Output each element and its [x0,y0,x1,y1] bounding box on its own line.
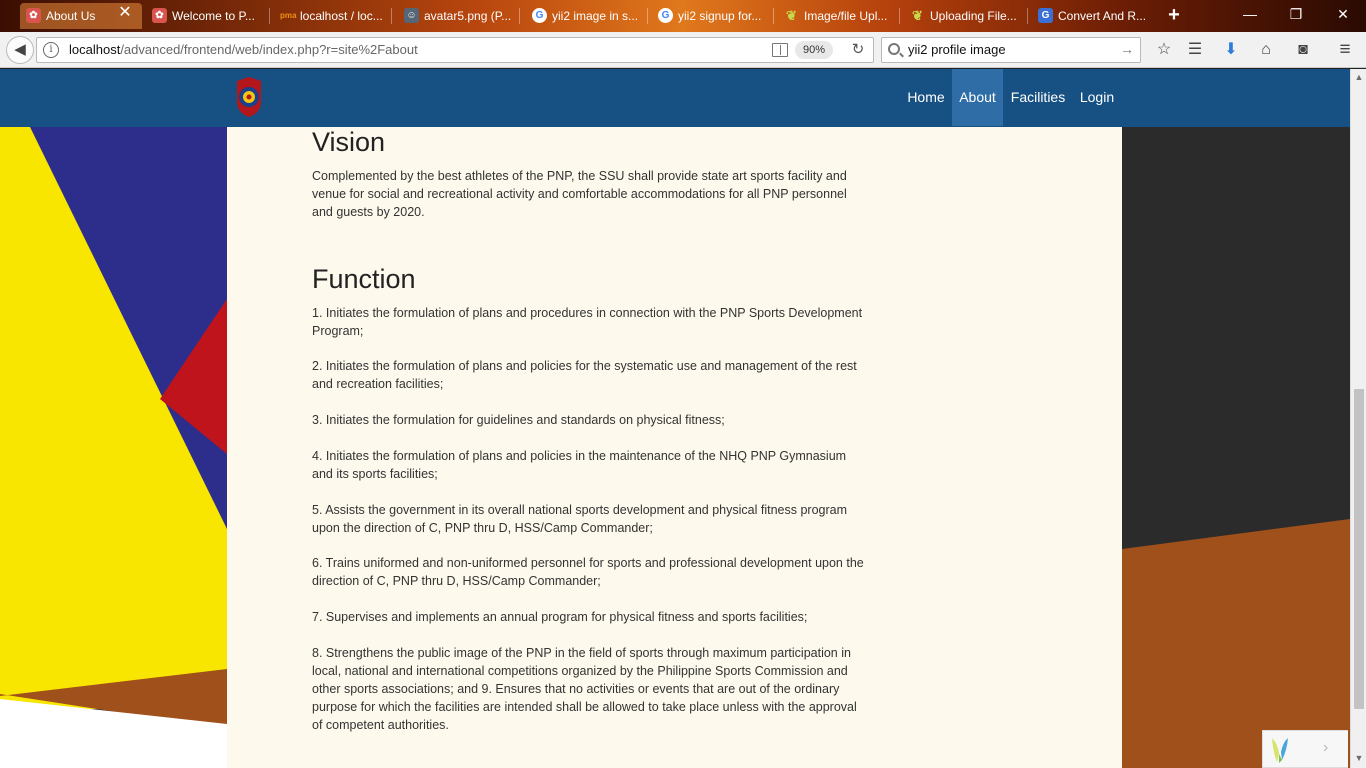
tab-title: Uploading File... [930,9,1017,23]
about-content-panel: Vision Complemented by the best athletes… [227,127,1122,768]
tab-phpmyadmin[interactable]: pma localhost / loc... [274,3,392,29]
tab-yii2-signup[interactable]: G yii2 signup for... [652,3,774,29]
yii-favicon-icon: ✿ [152,8,167,23]
tab-image-upload[interactable]: ❦ Image/file Upl... [778,3,900,29]
yii-debug-toolbar[interactable]: › [1262,730,1348,768]
site-navbar: Home About Facilities Login [0,69,1350,127]
window-close-icon[interactable]: ✕ [1331,4,1355,24]
search-go-arrow-icon[interactable]: → [1120,41,1134,57]
new-tab-plus-icon[interactable]: + [1164,4,1184,26]
function-item: 8. Strengthens the public image of the P… [312,646,857,732]
tab-title: avatar5.png (P... [424,9,512,23]
url-text[interactable]: localhost/advanced/frontend/web/index.ph… [69,42,418,57]
debug-expand-arrow-icon[interactable]: › [1323,739,1328,757]
search-bar[interactable]: yii2 profile image → [881,37,1141,63]
function-item: 1. Initiates the formulation of plans an… [312,306,863,338]
browser-tab-strip: ✿ About Us ✕ ✿ Welcome to P... pma local… [0,0,1366,32]
tab-welcome[interactable]: ✿ Welcome to P... [146,3,270,29]
web-page-viewport: Home About Facilities Login Vision Compl… [0,69,1350,768]
browser-toolbar: ◀ i localhost/advanced/frontend/web/inde… [0,32,1366,68]
tab-title: About Us [46,9,96,23]
function-item: 6. Trains uniformed and non-uniformed pe… [312,556,864,588]
back-arrow-icon[interactable]: ◀ [6,36,34,64]
nav-about-link[interactable]: About [952,69,1003,126]
scroll-down-arrow-icon[interactable]: ▼ [1354,753,1364,763]
google-icon: G [532,8,547,23]
bookmark-star-icon[interactable]: ☆ [1151,38,1177,62]
function-item: 4. Initiates the formulation of plans an… [312,449,847,481]
pnp-logo-icon [237,77,261,117]
phpmyadmin-icon: pma [280,11,297,20]
close-tab-icon[interactable]: ✕ [117,5,133,21]
home-icon[interactable]: ⌂ [1253,38,1279,62]
hamburger-menu-icon[interactable]: ≡ [1332,38,1358,62]
function-heading: Function [312,264,416,294]
tab-uploading-file[interactable]: ❦ Uploading File... [904,3,1028,29]
restore-icon[interactable]: ❐ [1284,4,1308,24]
nav-login-link[interactable]: Login [1074,69,1120,126]
download-arrow-icon[interactable]: ⬇ [1218,38,1244,62]
zoom-level-badge[interactable]: 90% [795,41,833,59]
yii-framework-icon: ❦ [786,8,797,23]
search-input[interactable]: yii2 profile image [908,42,1006,57]
nav-facilities-link[interactable]: Facilities [1004,69,1072,126]
yii-favicon-icon: ✿ [26,8,41,23]
minimize-icon[interactable]: — [1238,4,1262,24]
function-item: 7. Supervises and implements an annual p… [312,610,808,624]
vertical-scrollbar[interactable]: ▲ ▼ [1350,69,1366,768]
tab-title: localhost / loc... [300,9,383,23]
reload-icon[interactable]: ↻ [849,40,867,60]
vision-heading: Vision [312,127,386,157]
yii-logo-icon[interactable] [1269,736,1291,764]
tab-convert[interactable]: G Convert And R... [1032,3,1154,29]
function-item: 3. Initiates the formulation for guideli… [312,413,725,427]
tab-title: Convert And R... [1058,9,1147,23]
scrollbar-thumb[interactable] [1354,389,1364,709]
scroll-up-arrow-icon[interactable]: ▲ [1354,72,1364,82]
pocket-icon[interactable]: ◙ [1290,38,1316,62]
avatar-icon: ☺ [404,8,419,23]
tab-title: Welcome to P... [172,9,255,23]
search-icon [888,43,900,55]
tab-avatar[interactable]: ☺ avatar5.png (P... [398,3,520,29]
reader-view-icon[interactable] [772,43,788,57]
tab-title: yii2 image in s... [552,9,639,23]
tab-title: Image/file Upl... [804,9,888,23]
site-info-icon[interactable]: i [43,42,59,58]
vision-text: Complemented by the best athletes of the… [312,169,847,219]
yii-framework-icon: ❦ [912,8,923,23]
tab-yii2-image[interactable]: G yii2 image in s... [526,3,648,29]
function-item: 5. Assists the government in its overall… [312,503,847,535]
bookmarks-list-icon[interactable]: ☰ [1182,38,1208,62]
nav-home-link[interactable]: Home [901,69,951,126]
tab-title: yii2 signup for... [678,9,762,23]
function-item: 2. Initiates the formulation of plans an… [312,359,857,391]
google-icon: G [658,8,673,23]
url-bar[interactable]: i localhost/advanced/frontend/web/index.… [36,37,874,63]
google-g-icon: G [1038,8,1053,23]
